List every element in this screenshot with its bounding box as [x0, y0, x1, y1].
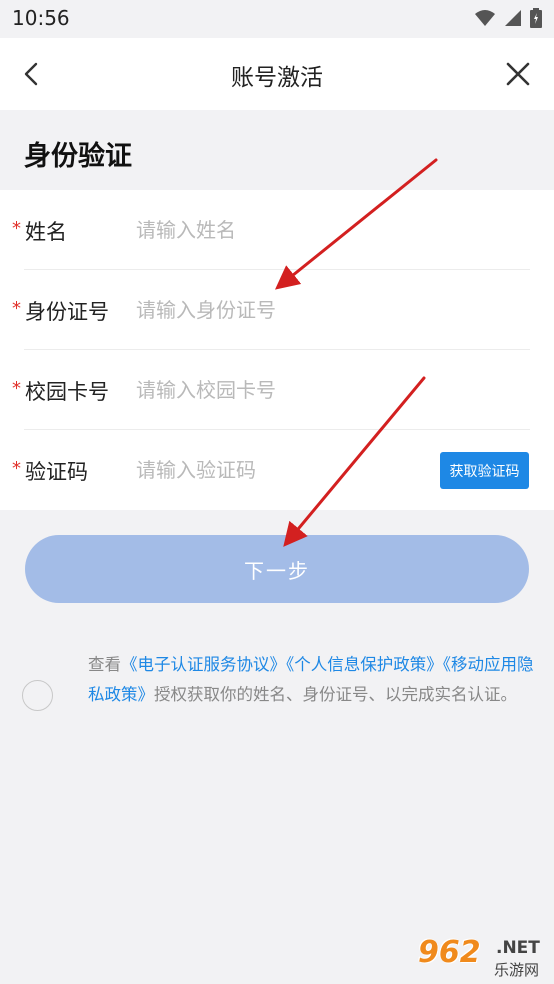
- name-label: 姓名: [25, 220, 67, 244]
- privacy-protection-link[interactable]: 《个人信息保护政策》: [286, 655, 443, 674]
- status-bar: 10:56: [0, 0, 554, 38]
- verify-code-label: 验证码: [25, 460, 88, 484]
- id-number-row: * 身份证号: [0, 270, 554, 350]
- signal-icon: [505, 10, 521, 26]
- section-header: 身份验证: [0, 110, 554, 190]
- nav-bar: 账号激活: [0, 38, 554, 110]
- e-cert-agreement-link[interactable]: 《电子认证服务协议》: [121, 655, 286, 674]
- status-icons: [474, 8, 542, 28]
- next-step-button[interactable]: 下一步: [25, 535, 529, 603]
- close-icon[interactable]: [504, 60, 532, 88]
- page-title: 账号激活: [231, 65, 323, 91]
- status-time: 10:56: [12, 6, 70, 30]
- required-mark: *: [12, 458, 21, 479]
- name-row: * 姓名: [0, 190, 554, 270]
- verify-code-row: * 验证码 获取验证码: [0, 430, 554, 510]
- get-code-button[interactable]: 获取验证码: [440, 452, 529, 489]
- agreement-checkbox[interactable]: [22, 680, 53, 711]
- required-mark: *: [12, 378, 21, 399]
- campus-card-row: * 校园卡号: [0, 350, 554, 430]
- watermark-number: 962: [418, 935, 481, 970]
- campus-card-input[interactable]: [136, 372, 416, 408]
- campus-card-label: 校园卡号: [25, 380, 109, 404]
- required-mark: *: [12, 218, 21, 239]
- wifi-icon: [475, 10, 495, 26]
- verify-code-input[interactable]: [136, 452, 426, 488]
- watermark-site: 乐游网: [494, 961, 540, 979]
- section-title: 身份验证: [24, 141, 132, 172]
- id-number-input[interactable]: [136, 292, 416, 328]
- agreement-suffix: 授权获取你的姓名、身份证号、以完成实名认证。: [154, 685, 517, 704]
- identity-form: * 姓名 * 身份证号 * 校园卡号 * 验证码 获取验证码: [0, 190, 554, 510]
- agreement-text: 查看《电子认证服务协议》《个人信息保护政策》《移动应用隐私政策》授权获取你的姓名…: [88, 650, 534, 710]
- watermark-logo: 962 .NET 乐游网: [418, 935, 548, 981]
- id-number-label: 身份证号: [25, 300, 109, 324]
- battery-icon: [530, 8, 542, 28]
- required-mark: *: [12, 298, 21, 319]
- watermark-net: .NET: [496, 938, 540, 958]
- agreement-prefix: 查看: [88, 655, 121, 674]
- name-input[interactable]: [136, 212, 416, 248]
